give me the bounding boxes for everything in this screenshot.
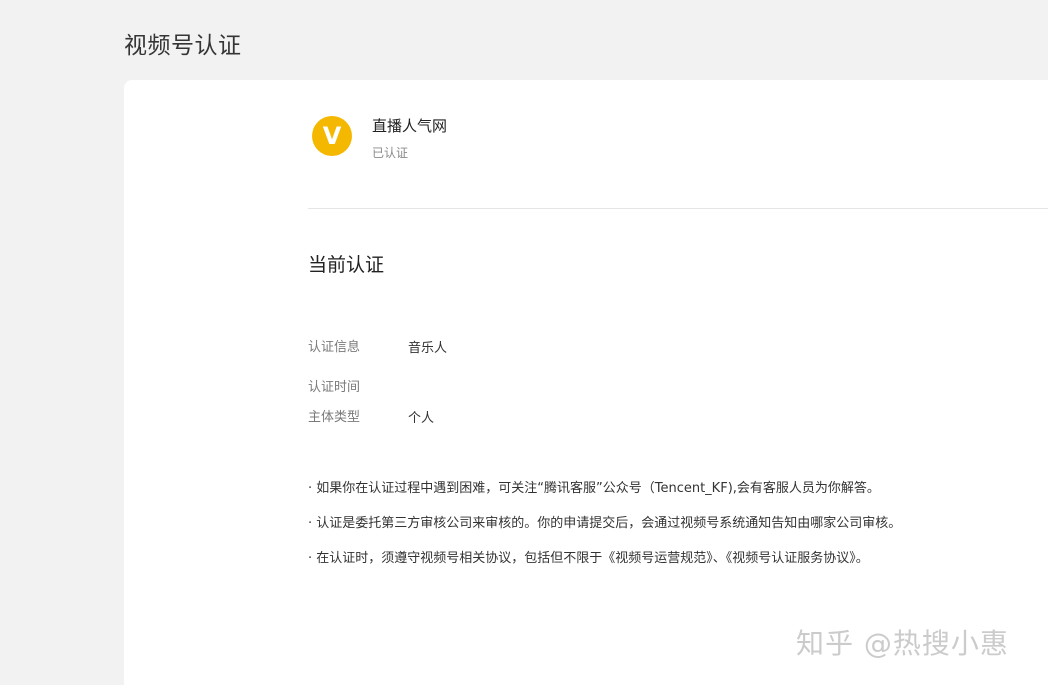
watermark: 知乎 @热搜小惠	[796, 627, 1009, 660]
divider	[308, 208, 1048, 209]
note-third-party: · 认证是委托第三方审核公司来审核的。你的申请提交后，会通过视频号系统通知告知由…	[308, 516, 902, 531]
account-status: 已认证	[372, 146, 409, 160]
cert-time-label: 认证时间	[308, 380, 361, 395]
subject-type-value: 个人	[408, 411, 435, 426]
certification-card: V 直播人气网 已认证 当前认证 认证信息 音乐人 认证时间 主体类型 个人 ·…	[124, 80, 1048, 685]
avatar: V	[312, 116, 352, 156]
cert-info-label: 认证信息	[308, 340, 361, 355]
page-title: 视频号认证	[124, 33, 242, 59]
note-agreement: · 在认证时，须遵守视频号相关协议，包括但不限于《视频号运营规范》、《视频号认证…	[308, 551, 869, 566]
cert-info-value: 音乐人	[408, 341, 448, 356]
account-name: 直播人气网	[372, 117, 448, 135]
page: 视频号认证 V 直播人气网 已认证 当前认证 认证信息 音乐人 认证时间 主体类…	[0, 0, 1048, 685]
section-title: 当前认证	[308, 254, 385, 276]
note-help: · 如果你在认证过程中遇到困难，可关注“腾讯客服”公众号（Tencent_KF)…	[308, 481, 880, 496]
subject-type-label: 主体类型	[308, 410, 361, 425]
